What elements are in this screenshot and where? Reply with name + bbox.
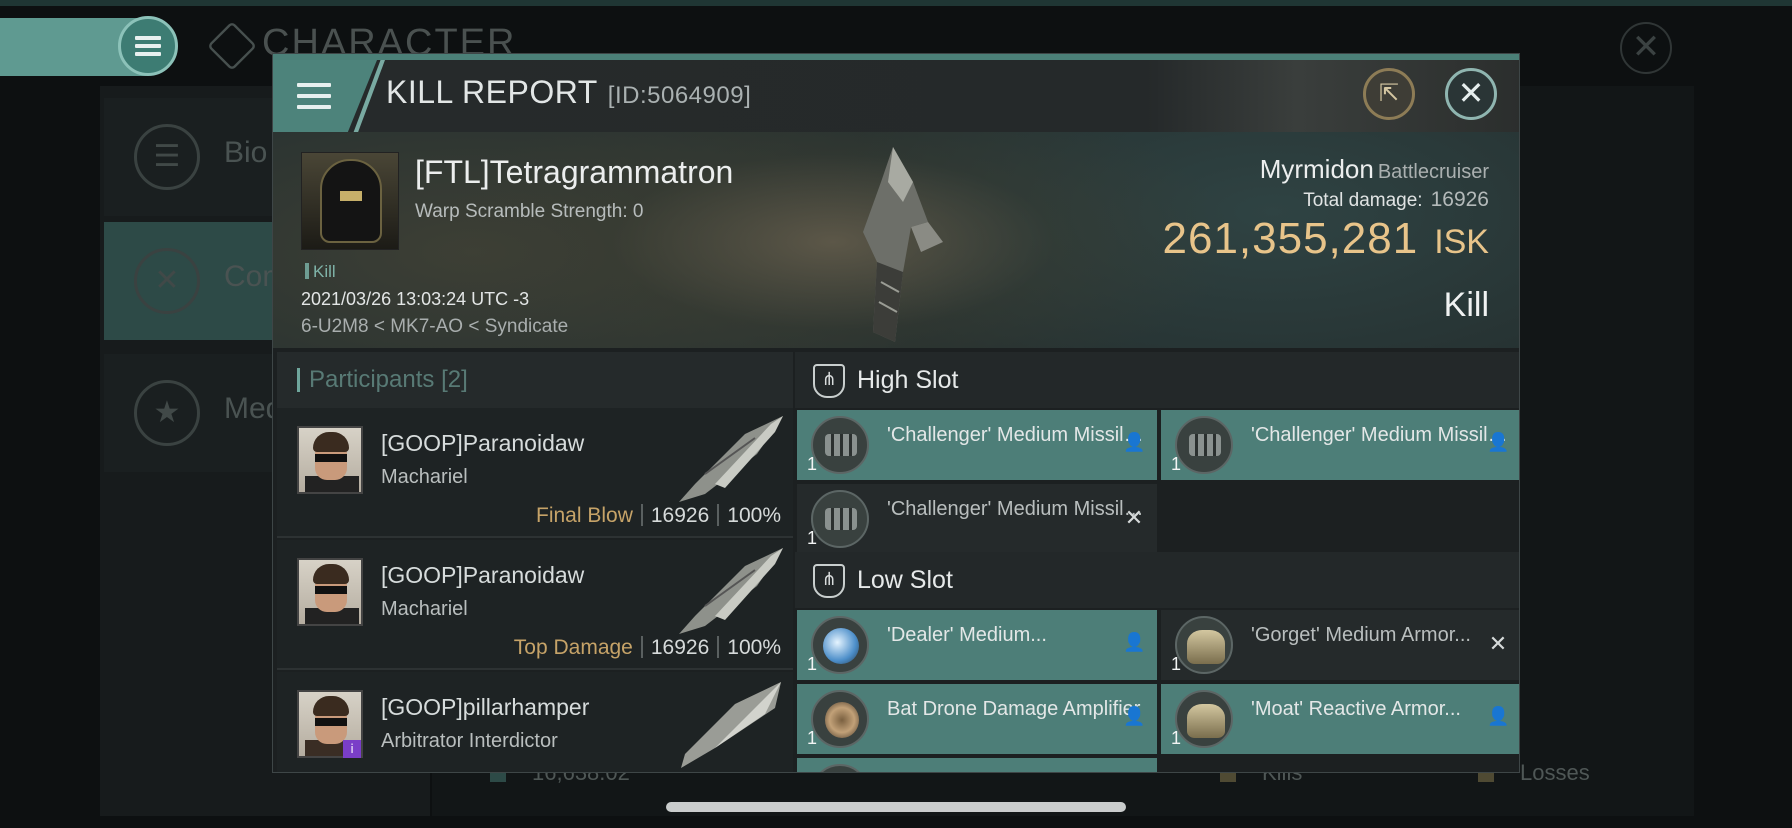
participant-row[interactable]: [GOOP]Paranoidaw Machariel Final Blow 169…: [277, 408, 793, 538]
participant-name: [GOOP]Paranoidaw: [381, 562, 585, 588]
warp-scramble-strength: Warp Scramble Strength: 0: [415, 201, 644, 222]
high-slot-header: ⋔ High Slot: [795, 352, 1519, 408]
bg-close-icon[interactable]: ✕: [1620, 22, 1672, 74]
module-name: 'Moat' Reactive Armor...: [1251, 698, 1461, 720]
module-qty: 1: [1171, 654, 1182, 674]
module-qty: 1: [807, 654, 818, 674]
module-item[interactable]: 1 Bat Drone Damage Amplifier 👤: [797, 684, 1157, 754]
reactive-armor-icon: [1175, 690, 1233, 748]
crossed-swords-icon: ✕: [134, 248, 200, 314]
total-damage-value: 16926: [1430, 188, 1489, 211]
x-icon: ✕: [1124, 506, 1144, 531]
participant-row[interactable]: [GOOP]Paranoidaw Machariel Top Damage 169…: [277, 540, 793, 670]
module-item[interactable]: 1 'Moat' Reactive Armor... 👤: [1161, 684, 1519, 754]
participant-ship: Arbitrator Interdictor: [381, 730, 558, 752]
participant-name: [GOOP]pillarhamper: [381, 694, 590, 720]
kill-location[interactable]: 6-U2M8 < MK7-AO < Syndicate: [301, 316, 568, 338]
participant-ship-image: [679, 548, 783, 634]
star-icon: ★: [134, 380, 200, 446]
bg-menu-button[interactable]: [118, 16, 178, 76]
x-icon: ✕: [1488, 632, 1508, 657]
module-item[interactable]: 1 'Challenger' Medium Missile Launcher 👤: [797, 410, 1157, 480]
participant-row[interactable]: i [GOOP]pillarhamper Arbitrator Interdic…: [277, 672, 793, 772]
victim-ship-info: Myrmidon Battlecruiser: [1260, 154, 1489, 185]
victim-ship-class: Battlecruiser: [1377, 161, 1489, 183]
module-item-partial[interactable]: [797, 758, 1157, 772]
participant-stats: Final Blow 16926 100%: [536, 504, 781, 527]
module-item[interactable]: 1 'Gorget' Medium Armor... ✕: [1161, 610, 1519, 680]
module-item[interactable]: 1 'Dealer' Medium... 👤: [797, 610, 1157, 680]
person-icon: 👤: [1487, 706, 1510, 727]
character-icon: [207, 21, 257, 71]
slot-title: Low Slot: [857, 566, 953, 594]
victim-portrait: [301, 152, 399, 250]
victim-name[interactable]: [FTL]Tetragrammatron: [415, 154, 733, 191]
participant-ship-image: [681, 682, 781, 768]
person-icon: 👤: [1487, 432, 1510, 453]
hamburger-icon: [297, 83, 331, 109]
participant-name: [GOOP]Paranoidaw: [381, 430, 585, 456]
module-item[interactable]: 1 'Challenger' Medium Missile Launcher ✕: [797, 484, 1157, 554]
info-badge: i: [343, 740, 361, 758]
missile-launcher-icon: [811, 416, 869, 474]
module-item[interactable]: 1 'Challenger' Medium Missile Launcher 👤: [1161, 410, 1519, 480]
kill-datetime: 2021/03/26 13:03:24 UTC -3: [301, 289, 530, 309]
close-icon[interactable]: ✕: [1445, 68, 1497, 120]
person-icon: 👤: [1123, 632, 1146, 653]
missile-launcher-icon: [1175, 416, 1233, 474]
report-id: [ID:5064909]: [607, 82, 752, 109]
participants-header: Participants [2]: [277, 352, 793, 408]
slot-title: High Slot: [857, 366, 959, 394]
armor-plate-icon: [1175, 616, 1233, 674]
module-name: 'Gorget' Medium Armor...: [1251, 624, 1471, 646]
module-qty: 1: [1171, 728, 1182, 748]
drone-amplifier-icon: [811, 690, 869, 748]
participant-ship: Machariel: [381, 466, 468, 488]
module-name: 'Challenger' Medium Missile Launcher: [887, 498, 1149, 520]
module-name: 'Challenger' Medium Missile Launcher: [1251, 424, 1513, 446]
person-icon: 👤: [1123, 432, 1146, 453]
participant-ship: Machariel: [381, 598, 468, 620]
home-indicator[interactable]: [666, 802, 1126, 812]
module-qty: 1: [1171, 454, 1182, 474]
victim-ship-name[interactable]: Myrmidon: [1260, 154, 1374, 184]
person-icon: 👤: [1123, 706, 1146, 727]
low-slot-icon: ⋔: [813, 564, 845, 598]
module-qty: 1: [807, 454, 818, 474]
module-qty: 1: [807, 528, 818, 548]
total-damage: Total damage: 16926: [1303, 188, 1489, 211]
participants-panel: Participants [2] [GOOP]Paranoidaw Machar…: [277, 352, 793, 772]
missile-launcher-icon: [811, 490, 869, 548]
module-name: 'Dealer' Medium...: [887, 624, 1047, 646]
hamburger-icon: [135, 36, 161, 56]
top-edge-line: [0, 0, 1792, 6]
participant-avatar: [297, 426, 363, 494]
module-name: Bat Drone Damage Amplifier: [887, 698, 1141, 720]
kill-tag: Kill: [305, 262, 336, 282]
participant-ship-image: [679, 416, 783, 502]
module-name: 'Challenger' Medium Missile Launcher: [887, 424, 1149, 446]
report-result: Kill: [1443, 286, 1489, 324]
bg-sidebar-label: Bio: [224, 136, 268, 169]
module-icon: [811, 764, 869, 772]
kill-report-dialog: KILL REPORT [ID:5064909] ⇱ ✕ [FTL]Tetragr…: [272, 53, 1520, 773]
participant-stats: Top Damage 16926 100%: [513, 636, 781, 659]
list-icon: ☰: [134, 124, 200, 190]
fitting-slots-panel: ⋔ High Slot 1 'Challenger' Medium Missil…: [795, 352, 1519, 772]
ballistic-control-icon: [811, 616, 869, 674]
module-qty: 1: [807, 728, 818, 748]
victim-ship-image: [863, 147, 943, 342]
high-slot-icon: ⋔: [813, 364, 845, 398]
isk-value: 261,355,281 ISK: [1162, 214, 1490, 263]
low-slot-header: ⋔ Low Slot: [795, 552, 1519, 608]
dialog-title: KILL REPORT [ID:5064909]: [386, 74, 752, 110]
participant-avatar: [297, 558, 363, 626]
external-link-icon[interactable]: ⇱: [1363, 68, 1415, 120]
